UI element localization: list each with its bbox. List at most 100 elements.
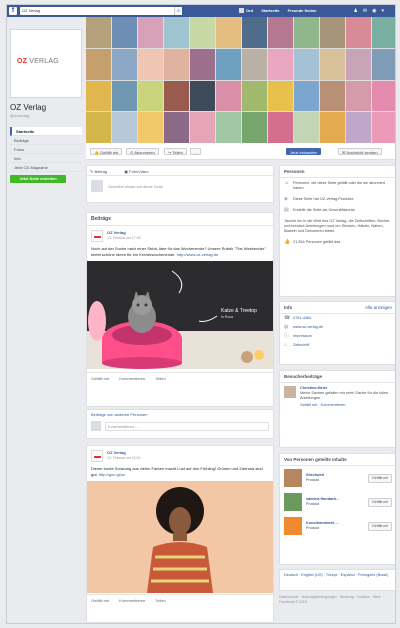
liked-page-category: Produkt [306, 502, 320, 506]
visitor-post-actions[interactable]: Gefällt mir · Kommentieren [300, 403, 392, 408]
shared-posts-label[interactable]: Beiträge von anderen Personen [87, 410, 273, 419]
cover-tile [346, 80, 371, 112]
cover-tile [268, 112, 293, 143]
cover-tile [138, 112, 163, 143]
sidebar-item-photos[interactable]: Fotos [10, 145, 82, 154]
cover-tile [86, 112, 111, 143]
liked-page-info: sabrina Handarb... Produkt [284, 493, 339, 511]
more-button[interactable]: ... [190, 148, 202, 155]
liked-page-text: Strickwelt Produkt [306, 473, 324, 483]
about-row: ▤ Erstelle die Seite als Geschäftskonto [280, 205, 395, 216]
sidebar-item-home[interactable]: Startseite [10, 127, 82, 136]
post-timestamp[interactable]: 13. Februar um 11:00 [107, 456, 140, 460]
phone-icon: ☎ [284, 315, 291, 321]
tab-photo-video[interactable]: ▣ Foto/Video [124, 169, 156, 174]
like-page-button[interactable]: Gefällt mir [368, 521, 392, 531]
info-see-all-link[interactable]: Alle anzeigen [365, 305, 392, 310]
create-page-button[interactable]: Jetzt Seite erstellen [10, 175, 66, 183]
page-profile-picture[interactable]: OZ VERLAG [10, 29, 82, 98]
cover-tile [294, 17, 319, 48]
like-page-button[interactable]: 👍 Gefällt mir [90, 148, 123, 155]
profile-avatar[interactable] [239, 8, 244, 14]
info-row-text[interactable]: Impressum [293, 334, 312, 339]
cover-tile [372, 112, 395, 143]
messages-icon[interactable]: ✉ [363, 8, 372, 14]
post-author[interactable]: OZ Verlag [107, 450, 140, 455]
cover-tile [372, 48, 395, 80]
info-row-text[interactable]: 0761-4464 [293, 316, 311, 321]
cover-tile [294, 80, 319, 112]
cover-tile [320, 48, 345, 80]
composer-input[interactable]: Schreibe etwas auf diese Seite [108, 184, 163, 189]
like-post-button[interactable]: Gefällt mir [91, 598, 109, 603]
likes-count[interactable]: 21.354 Personen gefällt das [293, 240, 340, 245]
info-row: ⓘ Impressum [280, 332, 395, 341]
cover-tile [268, 17, 293, 48]
like-post-button[interactable]: Gefällt mir [91, 376, 109, 381]
likes-count-row: 👍 21.354 Personen gefällt das [280, 237, 395, 248]
post-author[interactable]: OZ Verlag [107, 230, 141, 235]
comment-post-button[interactable]: Kommentieren [119, 598, 145, 603]
search-icon[interactable]: ⌕ [174, 7, 182, 15]
cover-tile [112, 80, 137, 112]
comment-input[interactable]: Kommentieren ... [105, 421, 269, 431]
post-link[interactable]: http://www.oz-verlag.de [177, 252, 219, 257]
avatar[interactable] [284, 517, 302, 535]
browser-window: f OZ Verlag ⌕ Ord Startseite Freunde fin… [6, 4, 396, 624]
about-card: Personen ☺ Personen, die diese Seite gefä… [279, 165, 395, 297]
cover-tile [86, 80, 111, 112]
sidebar-item-posts[interactable]: Beiträge [10, 136, 82, 145]
cover-tile [138, 80, 163, 112]
friend-requests-icon[interactable]: ♟ [353, 8, 362, 14]
search-input[interactable]: OZ Verlag ⌕ [20, 7, 182, 15]
oz-verlag-logo: OZ VERLAG [17, 58, 59, 65]
visitor-post-content: Christina Meier Meine Sachen gefallen mi… [300, 386, 392, 408]
comment-post-button[interactable]: Kommentieren [119, 376, 145, 381]
like-page-button[interactable]: Gefällt mir [368, 497, 392, 507]
post-image[interactable] [87, 481, 273, 594]
cover-tile [320, 17, 345, 48]
share-post-button[interactable]: Teilen [155, 376, 165, 381]
facebook-logo-icon[interactable]: f [9, 7, 17, 15]
post-image[interactable]: Katze & Treetop In Rosa [87, 261, 273, 370]
nav-profile[interactable]: Ord [246, 8, 253, 13]
info-row-text[interactable]: Zeitschrift [293, 343, 309, 348]
avatar[interactable] [284, 469, 302, 487]
sidebar-item-magazines[interactable]: Jetzt OZ-Magazine [10, 163, 82, 172]
like-page-label: Gefällt mir [100, 150, 119, 155]
cover-tile [164, 80, 189, 112]
sidebar-item-info[interactable]: Info [10, 154, 82, 163]
cat-basket-illustration [87, 261, 273, 369]
cover-tile [294, 112, 319, 143]
comment-card: Beiträge von anderen Personen Kommentier… [86, 409, 274, 439]
liked-pages-title: Von Personen geteilte Inhalte [280, 454, 395, 466]
post-timestamp[interactable]: 13. Februar um 17:00 [107, 236, 141, 240]
share-button[interactable]: ↪ Teilen [164, 148, 187, 155]
post-link[interactable]: http://goo.gl/oz [99, 472, 125, 477]
avatar[interactable] [284, 493, 302, 511]
cover-photo-collage[interactable] [86, 17, 395, 143]
info-row: ☎ 0761-4464 [280, 314, 395, 323]
cover-tile [346, 48, 371, 80]
shop-now-button[interactable]: Jetzt einkaufen [286, 148, 321, 155]
nav-find-friends[interactable]: Freunde finden [288, 8, 317, 13]
avatar[interactable] [91, 230, 103, 242]
settings-icon[interactable]: ▾ [381, 8, 389, 14]
avatar[interactable] [284, 386, 296, 398]
follow-button[interactable]: ⊙ Abonnieren [126, 148, 159, 155]
image-subcaption: In Rosa [221, 315, 234, 319]
tab-post[interactable]: ✎ Beitrag [90, 169, 115, 174]
like-page-button[interactable]: Gefällt mir [368, 473, 392, 483]
visitor-post: Christina Meier Meine Sachen gefallen mi… [280, 383, 395, 411]
info-row-text[interactable]: www.oz-verlag.de [293, 325, 323, 330]
nav-home[interactable]: Startseite [261, 8, 279, 13]
language-links[interactable]: Deutsch · English (US) · Türkçe · Españo… [280, 570, 395, 581]
footer-links[interactable]: Datenschutz · Nutzungsbedingungen · Werb… [279, 595, 395, 605]
send-message-button[interactable]: ✉ Nachricht senden [338, 148, 382, 155]
avatar[interactable] [91, 450, 103, 462]
page-action-bar: 👍 Gefällt mir ⊙ Abonnieren ↪ Teilen ... … [86, 143, 395, 160]
about-row-text[interactable]: Erstelle die Seite als Geschäftskonto [293, 208, 355, 213]
page-title: OZ Verlag [10, 103, 47, 112]
liked-page-row: Kunsthandwerk ... Produkt Gefällt mir [280, 514, 395, 538]
share-post-button[interactable]: Teilen [155, 598, 165, 603]
